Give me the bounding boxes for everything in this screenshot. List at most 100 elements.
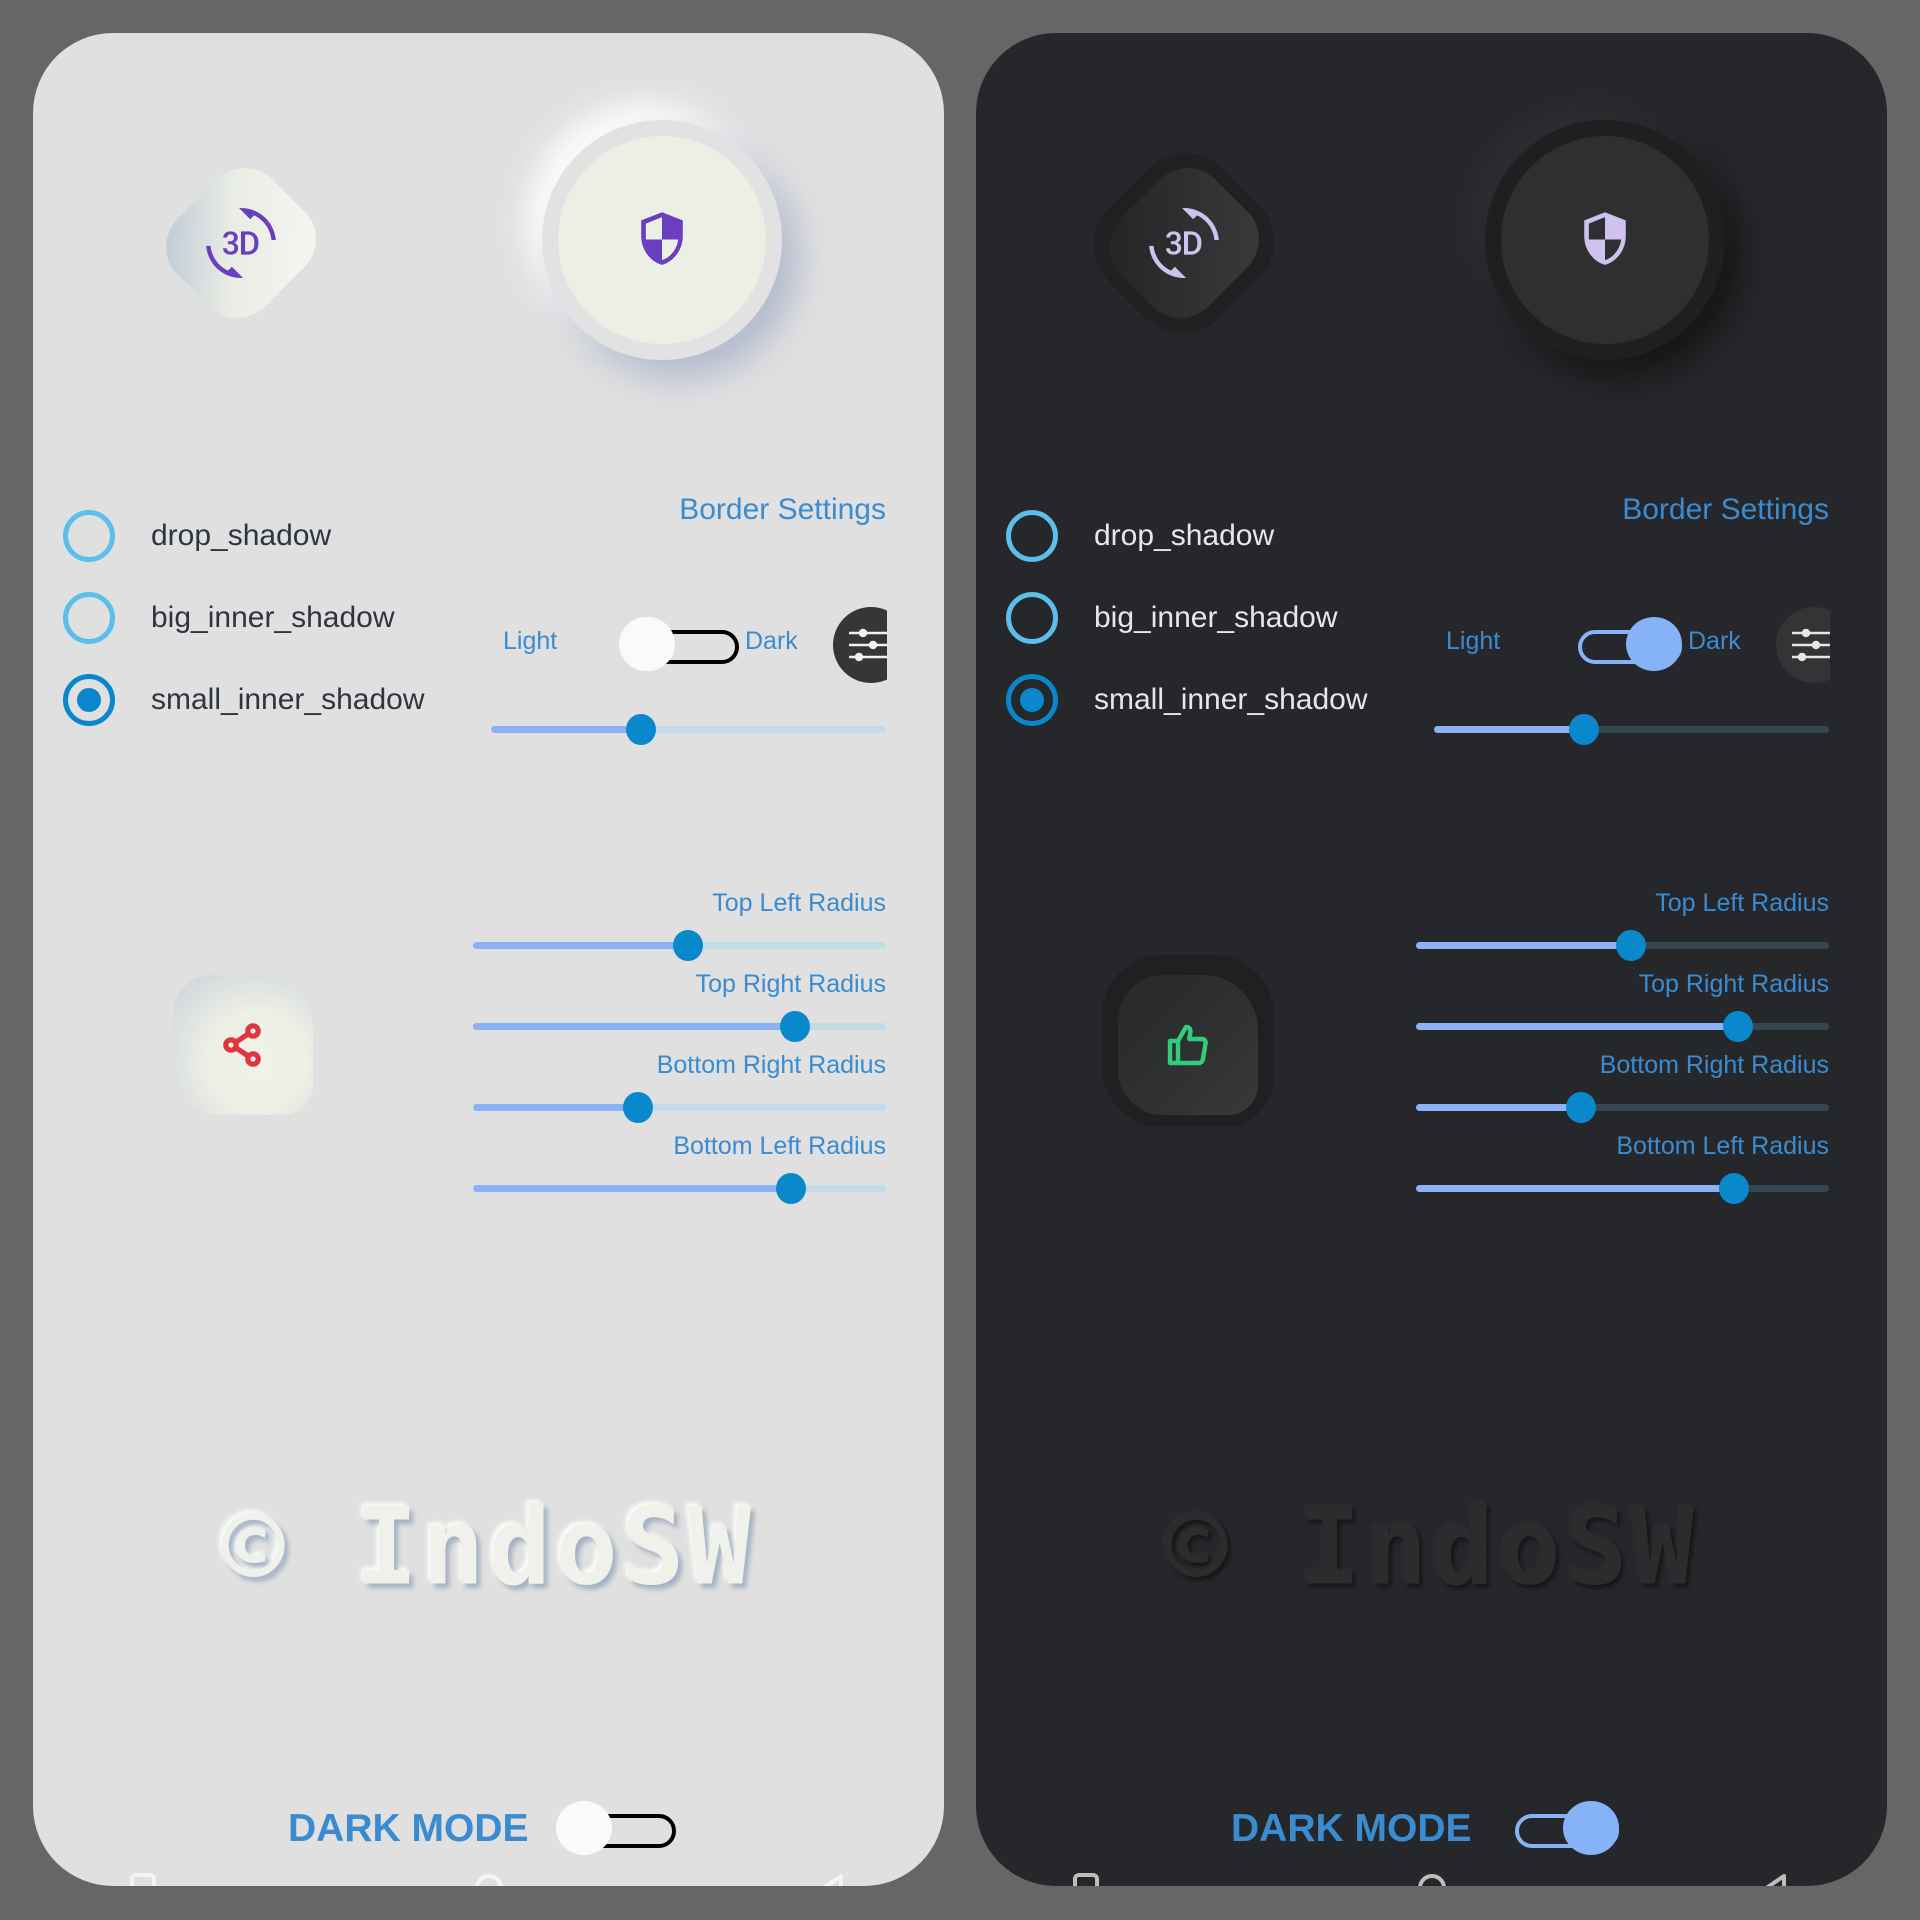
- 3d-diamond-button[interactable]: [1072, 131, 1296, 355]
- dark-mode-toggle[interactable]: [556, 1801, 676, 1855]
- top-left-radius-slider[interactable]: [473, 930, 886, 961]
- tune-sliders-icon: [1792, 628, 1830, 662]
- toggle-thumb[interactable]: [556, 1801, 612, 1855]
- slider-fill: [1416, 1023, 1739, 1030]
- radio-label: big_inner_shadow: [1094, 601, 1338, 634]
- radio-option-big-inner-shadow[interactable]: big_inner_shadow: [1006, 590, 1338, 646]
- theme-dark-label: Dark: [745, 627, 798, 655]
- top-right-radius-slider[interactable]: [1416, 1011, 1829, 1042]
- slider-label: Top Left Radius: [1655, 889, 1829, 917]
- shadow-intensity-slider[interactable]: [1434, 714, 1829, 745]
- top-right-radius-control: Top Right Radius: [473, 967, 886, 1048]
- toggle-thumb[interactable]: [619, 617, 675, 671]
- slider-thumb[interactable]: [1569, 714, 1600, 745]
- radio-button[interactable]: [1006, 592, 1058, 644]
- slider-label: Top Right Radius: [1638, 970, 1829, 998]
- theme-dark-label: Dark: [1688, 627, 1741, 655]
- recent-apps-icon[interactable]: [130, 1873, 156, 1886]
- radio-option-drop-shadow[interactable]: drop_shadow: [63, 508, 331, 564]
- slider-thumb[interactable]: [776, 1173, 806, 1204]
- dark-mode-row: DARK MODE: [1231, 1799, 1651, 1859]
- slider-thumb[interactable]: [780, 1011, 811, 1042]
- radius-preview-button[interactable]: [163, 953, 323, 1128]
- settings-button[interactable]: [1776, 607, 1830, 683]
- slider-label: Bottom Right Radius: [1599, 1051, 1829, 1079]
- radio-button-selected[interactable]: [63, 674, 115, 726]
- slider-fill: [473, 1185, 791, 1192]
- 3d-rotation-icon: [206, 208, 276, 278]
- radio-label: drop_shadow: [151, 519, 332, 552]
- settings-button[interactable]: [833, 607, 887, 683]
- toggle-thumb[interactable]: [1626, 617, 1682, 671]
- top-left-radius-control: Top Left Radius: [473, 886, 886, 967]
- shield-circle-button[interactable]: [542, 120, 782, 360]
- slider-thumb[interactable]: [1615, 930, 1646, 961]
- slider-label: Top Left Radius: [712, 889, 886, 917]
- slider-fill: [1416, 1104, 1582, 1111]
- slider-fill: [1434, 726, 1585, 733]
- shield-circle-button[interactable]: [1485, 120, 1725, 360]
- bottom-left-radius-control: Bottom Left Radius: [1416, 1129, 1829, 1210]
- radio-button[interactable]: [1006, 510, 1058, 562]
- slider-label: Bottom Left Radius: [1616, 1132, 1829, 1160]
- slider-label: Bottom Right Radius: [656, 1051, 886, 1079]
- home-icon[interactable]: [1417, 1873, 1447, 1886]
- dark-mode-label: DARK MODE: [288, 1807, 529, 1850]
- bottom-right-radius-slider[interactable]: [473, 1092, 886, 1123]
- bottom-right-radius-slider[interactable]: [1416, 1092, 1829, 1123]
- dark-mode-row: DARK MODE: [288, 1799, 708, 1859]
- shield-circle-face: [558, 136, 766, 344]
- copyright-watermark: © IndoSW: [222, 1484, 755, 1610]
- android-nav-bar: [33, 1873, 944, 1886]
- slider-thumb[interactable]: [672, 930, 703, 961]
- share-icon: [223, 1023, 261, 1067]
- android-nav-bar: [976, 1873, 1887, 1886]
- border-settings-heading: Border Settings: [1622, 493, 1829, 526]
- radio-option-drop-shadow[interactable]: drop_shadow: [1006, 508, 1274, 564]
- slider-fill: [491, 726, 642, 733]
- radio-label: small_inner_shadow: [1094, 683, 1368, 716]
- back-icon[interactable]: [1758, 1873, 1788, 1886]
- home-icon[interactable]: [474, 1873, 504, 1886]
- slider-thumb[interactable]: [1719, 1173, 1749, 1204]
- shield-circle-face: [1501, 136, 1709, 344]
- bottom-left-radius-slider[interactable]: [1416, 1173, 1829, 1204]
- top-right-radius-control: Top Right Radius: [1416, 967, 1829, 1048]
- slider-thumb[interactable]: [1566, 1092, 1597, 1123]
- slider-fill: [473, 1023, 796, 1030]
- radio-option-small-inner-shadow[interactable]: small_inner_shadow: [63, 672, 425, 728]
- slider-label: Top Right Radius: [695, 970, 886, 998]
- 3d-diamond-button[interactable]: [149, 151, 333, 335]
- radio-option-big-inner-shadow[interactable]: big_inner_shadow: [63, 590, 395, 646]
- theme-light-label: Light: [1446, 627, 1501, 655]
- radius-preview-button[interactable]: [1102, 953, 1274, 1128]
- theme-toggle-row: Light Dark: [1446, 605, 1830, 685]
- copyright-watermark: © IndoSW: [1165, 1484, 1698, 1610]
- top-left-radius-slider[interactable]: [1416, 930, 1829, 961]
- top-right-radius-slider[interactable]: [473, 1011, 886, 1042]
- radio-button[interactable]: [63, 510, 115, 562]
- recent-apps-icon[interactable]: [1073, 1873, 1099, 1886]
- light-mode-preview-panel: drop_shadow big_inner_shadow small_inner…: [33, 33, 944, 1886]
- radius-preview-shape: [1118, 975, 1258, 1115]
- shield-icon: [641, 212, 683, 265]
- slider-label: Bottom Left Radius: [673, 1132, 886, 1160]
- theme-toggle-switch[interactable]: [1562, 617, 1682, 671]
- theme-toggle-switch[interactable]: [619, 617, 739, 671]
- bottom-right-radius-control: Bottom Right Radius: [1416, 1048, 1829, 1129]
- radio-button[interactable]: [63, 592, 115, 644]
- dark-mode-label: DARK MODE: [1231, 1807, 1472, 1850]
- radio-option-small-inner-shadow[interactable]: small_inner_shadow: [1006, 672, 1368, 728]
- bottom-left-radius-control: Bottom Left Radius: [473, 1129, 886, 1210]
- dark-mode-toggle[interactable]: [1499, 1801, 1619, 1855]
- toggle-thumb[interactable]: [1563, 1801, 1619, 1855]
- back-icon[interactable]: [815, 1873, 845, 1886]
- slider-thumb[interactable]: [626, 714, 657, 745]
- radio-label: small_inner_shadow: [151, 683, 425, 716]
- slider-thumb[interactable]: [623, 1092, 654, 1123]
- bottom-left-radius-slider[interactable]: [473, 1173, 886, 1204]
- radio-button-selected[interactable]: [1006, 674, 1058, 726]
- shadow-intensity-slider[interactable]: [491, 714, 886, 745]
- slider-fill: [473, 1104, 639, 1111]
- slider-thumb[interactable]: [1723, 1011, 1754, 1042]
